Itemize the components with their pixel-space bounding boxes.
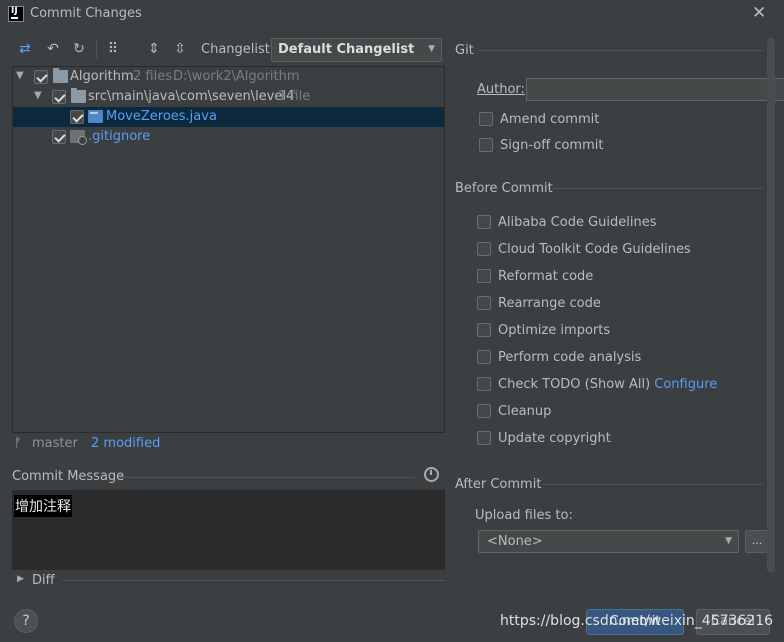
gitignore-file-icon — [70, 130, 87, 145]
option-checkbox[interactable] — [477, 323, 491, 337]
option-label: Rearrange code — [498, 296, 601, 311]
option-label: Update copyright — [498, 431, 611, 446]
option-checkbox[interactable] — [477, 431, 491, 445]
help-button[interactable]: ? — [14, 609, 38, 633]
commit-message-input[interactable]: 增加注释 — [12, 490, 445, 570]
git-section-label: Git — [455, 43, 474, 58]
title-bar: IJ Commit Changes ✕ — [0, 0, 784, 28]
undo-icon[interactable]: ↶ — [44, 40, 62, 58]
author-label-text: Author: — [477, 82, 525, 97]
changelist-dropdown[interactable]: Default Changelist ▼ — [271, 38, 442, 62]
author-input[interactable] — [526, 78, 784, 101]
option-checkbox[interactable] — [477, 215, 491, 229]
diff-toggle[interactable]: Diff — [32, 573, 55, 588]
file-checkbox[interactable] — [52, 130, 66, 144]
configure-link[interactable]: Configure — [654, 377, 717, 392]
file-name: .gitignore — [88, 129, 151, 144]
scrollbar[interactable] — [767, 38, 775, 573]
watermark-text: https://blog.csdn.net/weixin_45736216 — [500, 613, 774, 629]
modified-count-link[interactable]: 2 modified — [91, 436, 160, 451]
branch-name: master — [32, 436, 78, 451]
close-icon[interactable]: ✕ — [752, 3, 766, 23]
root-count: 2 files — [133, 69, 172, 84]
option-checkbox[interactable] — [477, 377, 491, 391]
toolbar-separator — [96, 40, 97, 58]
divider — [542, 484, 764, 485]
folder-checkbox[interactable] — [52, 90, 66, 104]
expand-triangle-icon[interactable]: ▶ — [17, 574, 24, 584]
amend-commit-label: Amend commit — [500, 112, 600, 127]
commit-message-label: Commit Message — [12, 469, 125, 484]
divider — [120, 477, 415, 478]
window-title: Commit Changes — [30, 6, 142, 21]
module-folder-icon — [53, 68, 68, 83]
folder-icon — [71, 88, 86, 103]
chevron-down-icon: ▼ — [725, 536, 732, 546]
file-checkbox[interactable] — [70, 110, 84, 124]
divider — [478, 50, 764, 51]
option-label: Perform code analysis — [498, 350, 642, 365]
collapse-all-icon[interactable]: ⇳ — [171, 40, 189, 58]
refresh-icon[interactable]: ↻ — [70, 40, 88, 58]
app-icon-letter: IJ — [11, 6, 18, 16]
tree-row-file[interactable]: .gitignore — [13, 127, 444, 147]
group-by-icon[interactable]: ⠿ — [104, 40, 122, 58]
signoff-commit-checkbox[interactable] — [479, 138, 493, 152]
option-label: Cloud Toolkit Code Guidelines — [498, 242, 691, 257]
root-path: D:\work2\Algorithm — [173, 69, 300, 84]
before-commit-label: Before Commit — [455, 181, 553, 196]
folder-count: 1 file — [278, 89, 311, 104]
upload-target-dropdown[interactable]: <None> ▼ — [478, 530, 739, 553]
option-label: Check TODO (Show All) Configure — [498, 377, 717, 392]
author-label: Author: — [477, 82, 525, 97]
changes-tree[interactable]: ▼ Algorithm 2 files D:\work2\Algorithm ▼… — [12, 66, 445, 433]
chevron-down-icon: ▼ — [428, 44, 435, 54]
move-icon[interactable]: ⇄ — [16, 40, 34, 58]
option-checkbox[interactable] — [477, 269, 491, 283]
root-checkbox[interactable] — [34, 70, 48, 84]
folder-name: src\main\java\com\seven\level4 — [88, 89, 295, 104]
intellij-icon: IJ — [8, 6, 24, 22]
amend-commit-checkbox[interactable] — [479, 112, 493, 126]
expand-triangle-icon[interactable]: ▼ — [16, 70, 24, 81]
option-checkbox[interactable] — [477, 242, 491, 256]
expand-triangle-icon[interactable]: ▼ — [34, 90, 42, 101]
option-label: Cleanup — [498, 404, 552, 419]
signoff-commit-label: Sign-off commit — [500, 138, 604, 153]
changelist-label: Changelist: — [201, 42, 275, 57]
option-label: Optimize imports — [498, 323, 611, 338]
option-checkbox[interactable] — [477, 350, 491, 364]
commit-message-text: 增加注释 — [14, 495, 72, 517]
browse-button[interactable]: ... — [745, 530, 769, 553]
after-commit-label: After Commit — [455, 477, 542, 492]
file-name: MoveZeroes.java — [106, 109, 217, 124]
tree-row-file[interactable]: MoveZeroes.java — [13, 107, 444, 127]
option-checkbox[interactable] — [477, 296, 491, 310]
upload-files-label: Upload files to: — [475, 508, 573, 523]
option-checkbox[interactable] — [477, 404, 491, 418]
history-clock-icon[interactable] — [424, 467, 439, 482]
tree-row-root[interactable]: ▼ Algorithm 2 files D:\work2\Algorithm — [13, 67, 444, 87]
option-label: Alibaba Code Guidelines — [498, 215, 657, 230]
option-label: Reformat code — [498, 269, 594, 284]
divider — [550, 188, 764, 189]
tree-row-folder[interactable]: ▼ src\main\java\com\seven\level4 1 file — [13, 87, 444, 107]
root-name: Algorithm — [70, 69, 134, 84]
branch-icon: ᚠ — [14, 436, 22, 451]
java-file-icon — [88, 110, 103, 123]
divider — [62, 580, 445, 581]
changelist-value: Default Changelist — [278, 42, 415, 57]
expand-all-icon[interactable]: ⇕ — [145, 40, 163, 58]
upload-target-value: <None> — [487, 534, 543, 549]
check-todo-text: Check TODO (Show All) — [498, 377, 651, 392]
